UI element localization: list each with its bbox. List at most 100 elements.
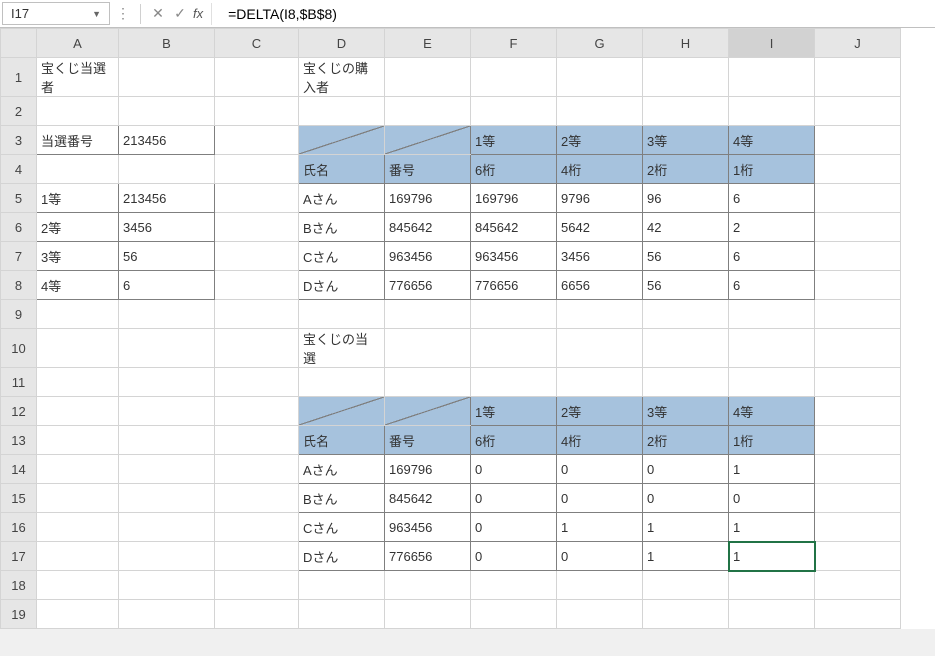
cell-A14[interactable]	[37, 455, 119, 484]
cell-I19[interactable]	[729, 600, 815, 629]
cell-D11[interactable]	[299, 368, 385, 397]
cell-F17[interactable]: 0	[471, 542, 557, 571]
col-header-C[interactable]: C	[215, 29, 299, 58]
cell-I7[interactable]: 6	[729, 242, 815, 271]
cell-B16[interactable]	[119, 513, 215, 542]
col-header-E[interactable]: E	[385, 29, 471, 58]
cell-D5[interactable]: Aさん	[299, 184, 385, 213]
cell-G13[interactable]: 4桁	[557, 426, 643, 455]
cell-H10[interactable]	[643, 329, 729, 368]
cell-J10[interactable]	[815, 329, 901, 368]
col-header-G[interactable]: G	[557, 29, 643, 58]
row-header-18[interactable]: 18	[1, 571, 37, 600]
cell-J19[interactable]	[815, 600, 901, 629]
cell-G6[interactable]: 5642	[557, 213, 643, 242]
cell-A4[interactable]	[37, 155, 119, 184]
cell-H4[interactable]: 2桁	[643, 155, 729, 184]
cell-G9[interactable]	[557, 300, 643, 329]
row-header-2[interactable]: 2	[1, 97, 37, 126]
cell-I17[interactable]: 1	[729, 542, 815, 571]
cell-F11[interactable]	[471, 368, 557, 397]
cell-E16[interactable]: 963456	[385, 513, 471, 542]
cell-J7[interactable]	[815, 242, 901, 271]
cell-B4[interactable]	[119, 155, 215, 184]
cell-C11[interactable]	[215, 368, 299, 397]
cell-F19[interactable]	[471, 600, 557, 629]
cell-G10[interactable]	[557, 329, 643, 368]
cell-B7[interactable]: 56	[119, 242, 215, 271]
cell-A11[interactable]	[37, 368, 119, 397]
cell-J12[interactable]	[815, 397, 901, 426]
cell-H2[interactable]	[643, 97, 729, 126]
spreadsheet-grid[interactable]: A B C D E F G H I J 1 宝くじ当選者 宝くじの購入者 2 3…	[0, 28, 901, 629]
cell-C9[interactable]	[215, 300, 299, 329]
cell-C17[interactable]	[215, 542, 299, 571]
cell-C18[interactable]	[215, 571, 299, 600]
fx-label[interactable]: fx	[193, 6, 203, 21]
cell-E2[interactable]	[385, 97, 471, 126]
col-header-H[interactable]: H	[643, 29, 729, 58]
cell-J15[interactable]	[815, 484, 901, 513]
cell-F2[interactable]	[471, 97, 557, 126]
cell-E12[interactable]	[385, 397, 471, 426]
cell-B9[interactable]	[119, 300, 215, 329]
row-header-1[interactable]: 1	[1, 58, 37, 97]
cell-H1[interactable]	[643, 58, 729, 97]
cell-E6[interactable]: 845642	[385, 213, 471, 242]
cell-C13[interactable]	[215, 426, 299, 455]
cell-B1[interactable]	[119, 58, 215, 97]
cell-C4[interactable]	[215, 155, 299, 184]
cell-I4[interactable]: 1桁	[729, 155, 815, 184]
cell-F6[interactable]: 845642	[471, 213, 557, 242]
cell-C12[interactable]	[215, 397, 299, 426]
cell-E13[interactable]: 番号	[385, 426, 471, 455]
cell-J18[interactable]	[815, 571, 901, 600]
cell-A1[interactable]: 宝くじ当選者	[37, 58, 119, 97]
col-header-F[interactable]: F	[471, 29, 557, 58]
cell-D2[interactable]	[299, 97, 385, 126]
cell-F14[interactable]: 0	[471, 455, 557, 484]
cell-C16[interactable]	[215, 513, 299, 542]
cell-A5[interactable]: 1等	[37, 184, 119, 213]
cell-A19[interactable]	[37, 600, 119, 629]
cell-A12[interactable]	[37, 397, 119, 426]
cell-D7[interactable]: Cさん	[299, 242, 385, 271]
cell-B18[interactable]	[119, 571, 215, 600]
cell-I9[interactable]	[729, 300, 815, 329]
cell-C5[interactable]	[215, 184, 299, 213]
cell-H11[interactable]	[643, 368, 729, 397]
cell-F3[interactable]: 1等	[471, 126, 557, 155]
cell-F15[interactable]: 0	[471, 484, 557, 513]
cell-E9[interactable]	[385, 300, 471, 329]
cell-H15[interactable]: 0	[643, 484, 729, 513]
cell-H8[interactable]: 56	[643, 271, 729, 300]
cell-A17[interactable]	[37, 542, 119, 571]
cell-H16[interactable]: 1	[643, 513, 729, 542]
cell-D9[interactable]	[299, 300, 385, 329]
cell-G3[interactable]: 2等	[557, 126, 643, 155]
cell-H14[interactable]: 0	[643, 455, 729, 484]
cell-J3[interactable]	[815, 126, 901, 155]
cell-A8[interactable]: 4等	[37, 271, 119, 300]
cell-A15[interactable]	[37, 484, 119, 513]
cell-B13[interactable]	[119, 426, 215, 455]
cell-F9[interactable]	[471, 300, 557, 329]
cell-E5[interactable]: 169796	[385, 184, 471, 213]
chevron-down-icon[interactable]: ▼	[92, 9, 101, 19]
cell-F1[interactable]	[471, 58, 557, 97]
cell-F4[interactable]: 6桁	[471, 155, 557, 184]
cell-J4[interactable]	[815, 155, 901, 184]
select-all-corner[interactable]	[1, 29, 37, 58]
cell-I16[interactable]: 1	[729, 513, 815, 542]
cell-A7[interactable]: 3等	[37, 242, 119, 271]
cell-G8[interactable]: 6656	[557, 271, 643, 300]
cell-F13[interactable]: 6桁	[471, 426, 557, 455]
cell-I8[interactable]: 6	[729, 271, 815, 300]
cell-I14[interactable]: 1	[729, 455, 815, 484]
row-header-6[interactable]: 6	[1, 213, 37, 242]
cell-E10[interactable]	[385, 329, 471, 368]
cell-J5[interactable]	[815, 184, 901, 213]
row-header-19[interactable]: 19	[1, 600, 37, 629]
cell-J14[interactable]	[815, 455, 901, 484]
cell-F5[interactable]: 169796	[471, 184, 557, 213]
